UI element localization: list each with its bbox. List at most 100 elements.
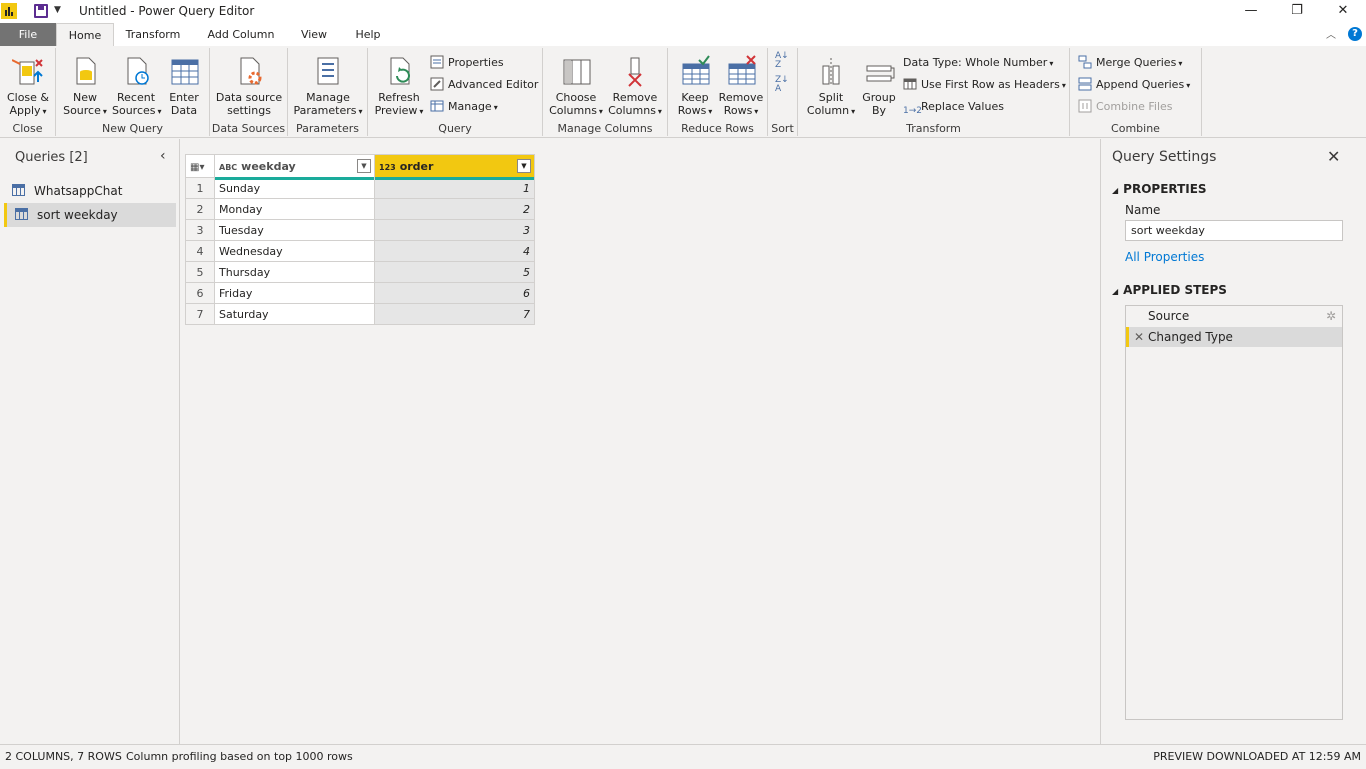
manage-parameters-button[interactable]: Manage Parameters ▾	[292, 54, 364, 118]
collapse-ribbon-icon[interactable]: ︿	[1326, 26, 1336, 41]
tab-add-column[interactable]: Add Column	[198, 23, 284, 46]
cell-order[interactable]: 1	[374, 177, 535, 199]
advanced-editor-icon	[430, 77, 444, 91]
table-menu-icon: ▦▾	[190, 161, 205, 173]
quick-access-dropdown-icon[interactable]: ▼	[54, 5, 61, 15]
whole-number-type-icon[interactable]: 123	[379, 163, 396, 172]
remove-columns-button[interactable]: Remove Columns ▾	[605, 54, 665, 118]
row-number[interactable]: 7	[185, 303, 215, 325]
minimize-icon[interactable]: —	[1228, 0, 1274, 23]
sort-group: A↓ Z Z↓ A Sort	[768, 48, 798, 136]
split-column-button[interactable]: Split Column ▾	[806, 54, 856, 118]
choose-columns-button[interactable]: Choose Columns ▾	[547, 54, 605, 118]
split-column-icon	[822, 58, 840, 85]
cell-weekday[interactable]: Sunday	[214, 177, 375, 199]
row-number[interactable]: 3	[185, 219, 215, 241]
tab-file[interactable]: File	[0, 23, 56, 46]
column-header-weekday[interactable]: ABC weekday ▼	[214, 154, 375, 180]
close-group: Close & Apply ▾ Close	[0, 48, 56, 136]
cell-order[interactable]: 7	[374, 303, 535, 325]
query-group: Refresh Preview ▾ Properties Advanced Edi…	[368, 48, 543, 136]
row-number[interactable]: 2	[185, 198, 215, 220]
new-source-button[interactable]: New Source ▾	[62, 54, 108, 118]
close-group-label: Close	[12, 122, 43, 135]
table-row: 5 Thursday 5	[185, 261, 535, 283]
query-name-input[interactable]	[1125, 220, 1343, 241]
merge-queries-button[interactable]: Merge Queries ▾	[1078, 54, 1182, 72]
tab-view[interactable]: View	[294, 23, 334, 46]
refresh-preview-button[interactable]: Refresh Preview ▾	[374, 54, 424, 118]
manage-parameters-label-2: Parameters	[293, 104, 357, 117]
keep-rows-button[interactable]: Keep Rows ▾	[672, 54, 718, 118]
group-by-label: Group	[862, 91, 896, 104]
row-number[interactable]: 4	[185, 240, 215, 262]
new-query-group: New Source ▾ Recent Sources ▾ Enter Data N…	[56, 48, 210, 136]
row-number[interactable]: 1	[185, 177, 215, 199]
step-source[interactable]: Source ✲	[1126, 306, 1342, 326]
table-row: 7 Saturday 7	[185, 303, 535, 325]
advanced-editor-button[interactable]: Advanced Editor	[430, 76, 538, 94]
restore-icon[interactable]: ❐	[1274, 0, 1320, 23]
cell-order[interactable]: 6	[374, 282, 535, 304]
recent-sources-button[interactable]: Recent Sources ▾	[112, 54, 162, 118]
data-source-settings-icon	[240, 57, 262, 85]
help-icon[interactable]: ?	[1348, 27, 1362, 41]
column-profiling-status[interactable]: Column profiling based on top 1000 rows	[126, 745, 353, 769]
close-settings-icon[interactable]: ✕	[1327, 147, 1340, 166]
remove-rows-button[interactable]: Remove Rows ▾	[716, 54, 766, 118]
tab-transform[interactable]: Transform	[118, 23, 188, 46]
filter-dropdown-icon[interactable]: ▼	[517, 159, 531, 173]
properties-section[interactable]: ◢ PROPERTIES	[1112, 182, 1207, 196]
keep-rows-label: Keep	[681, 91, 709, 104]
group-by-button[interactable]: Group By	[860, 54, 898, 117]
cell-order[interactable]: 2	[374, 198, 535, 220]
data-type-dropdown[interactable]: Data Type: Whole Number ▾	[903, 54, 1053, 72]
applied-steps-section[interactable]: ◢ APPLIED STEPS	[1112, 283, 1227, 297]
data-source-settings-button[interactable]: Data source settings	[214, 54, 284, 117]
cell-weekday[interactable]: Tuesday	[214, 219, 375, 241]
append-queries-button[interactable]: Append Queries ▾	[1078, 76, 1190, 94]
cell-order[interactable]: 3	[374, 219, 535, 241]
column-header-order[interactable]: 123 order ▼	[374, 154, 535, 180]
row-number[interactable]: 6	[185, 282, 215, 304]
cell-weekday[interactable]: Monday	[214, 198, 375, 220]
enter-data-button[interactable]: Enter Data	[164, 54, 204, 117]
cell-weekday[interactable]: Saturday	[214, 303, 375, 325]
filter-dropdown-icon[interactable]: ▼	[357, 159, 371, 173]
save-icon[interactable]	[34, 4, 48, 18]
merge-queries-label: Merge Queries	[1096, 56, 1177, 69]
collapse-queries-icon[interactable]: ‹	[160, 148, 166, 164]
use-first-row-label: Use First Row as Headers	[921, 78, 1060, 91]
cell-weekday[interactable]: Thursday	[214, 261, 375, 283]
row-number[interactable]: 5	[185, 261, 215, 283]
text-type-icon[interactable]: ABC	[219, 163, 237, 172]
remove-columns-label-2: Columns	[608, 104, 656, 117]
manage-parameters-icon	[317, 57, 339, 85]
manage-button[interactable]: Manage ▾	[430, 98, 498, 116]
properties-icon	[430, 55, 444, 69]
cell-order[interactable]: 5	[374, 261, 535, 283]
cell-order[interactable]: 4	[374, 240, 535, 262]
use-first-row-button[interactable]: Use First Row as Headers ▾	[903, 76, 1066, 94]
cell-weekday[interactable]: Friday	[214, 282, 375, 304]
all-properties-link[interactable]: All Properties	[1125, 250, 1204, 264]
gear-icon[interactable]: ✲	[1326, 306, 1336, 326]
delete-step-icon[interactable]: ✕	[1134, 327, 1144, 347]
sort-ascending-icon[interactable]: A↓ Z	[775, 52, 789, 70]
close-window-icon[interactable]: ✕	[1320, 0, 1366, 23]
query-item-whatsappchat[interactable]: WhatsappChat	[4, 179, 176, 203]
cell-weekday[interactable]: Wednesday	[214, 240, 375, 262]
first-row-headers-icon	[903, 78, 917, 90]
tab-home[interactable]: Home	[56, 23, 114, 47]
query-item-sort-weekday[interactable]: sort weekday	[4, 203, 176, 227]
recent-sources-label-2: Sources	[112, 104, 156, 117]
combine-files-button[interactable]: Combine Files	[1078, 98, 1173, 116]
sort-descending-icon[interactable]: Z↓ A	[775, 76, 789, 94]
close-apply-button[interactable]: Close & Apply ▾	[6, 54, 50, 118]
properties-button[interactable]: Properties	[430, 54, 504, 72]
tab-help[interactable]: Help	[348, 23, 388, 46]
replace-values-button[interactable]: 1→2Replace Values	[903, 98, 1004, 116]
remove-columns-icon	[628, 57, 642, 87]
table-menu-button[interactable]: ▦▾	[185, 154, 215, 178]
step-changed-type[interactable]: ✕ Changed Type	[1126, 327, 1342, 347]
